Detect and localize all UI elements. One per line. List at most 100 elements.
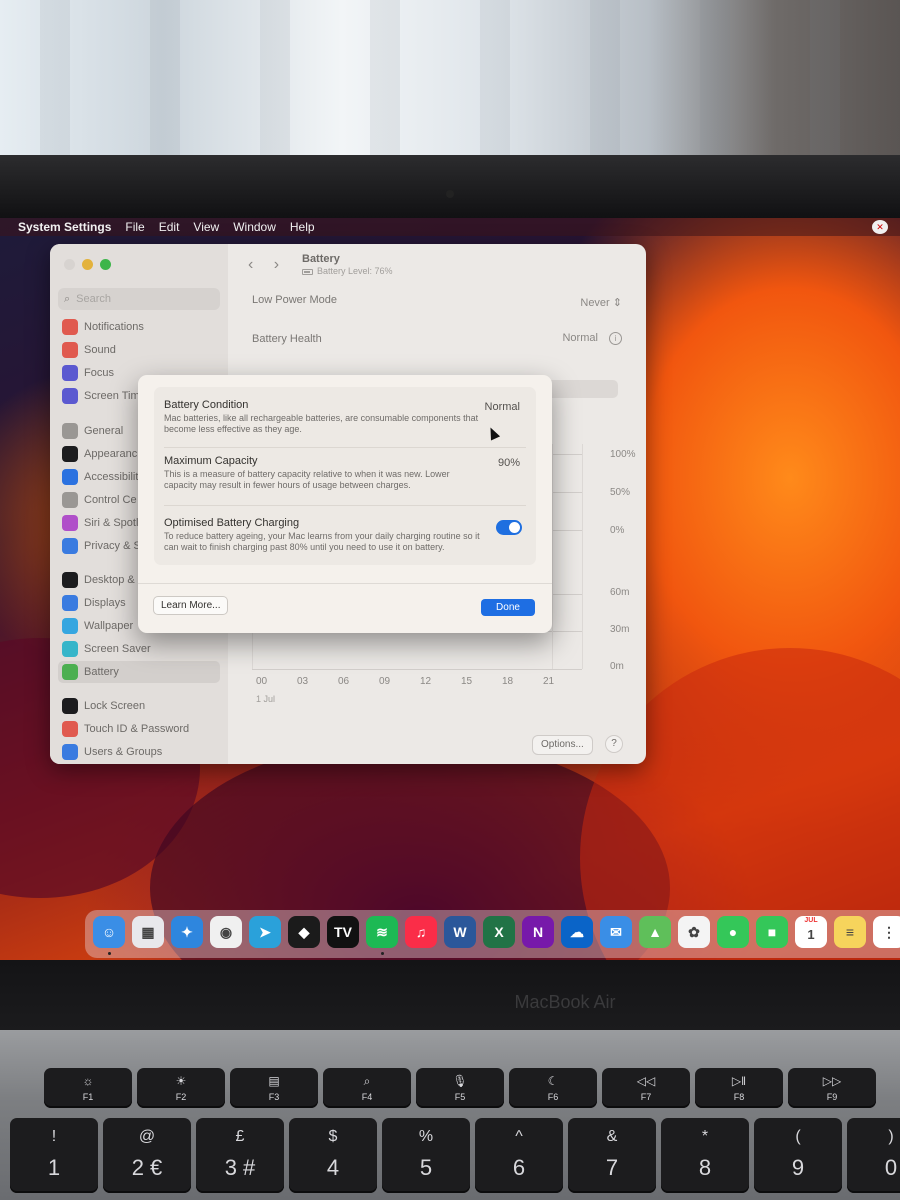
x-axis-label: 15 <box>461 676 473 687</box>
optimised-charging-toggle[interactable] <box>496 520 522 535</box>
key-icon: ◁◁ <box>636 1074 656 1088</box>
word-icon[interactable]: W <box>444 916 476 948</box>
menu-bar: System Settings File Edit View Window He… <box>0 218 900 236</box>
sidebar-item-lock-screen[interactable]: Lock Screen <box>58 695 220 717</box>
key-label: F1 <box>82 1092 94 1102</box>
x-axis-label: 18 <box>502 676 514 687</box>
forward-arrow-icon[interactable]: › <box>274 256 279 273</box>
optimised-charging-row: Optimised Battery Charging To reduce bat… <box>164 517 526 553</box>
x-axis-label: 09 <box>379 676 391 687</box>
key-number: @2 € <box>103 1118 191 1193</box>
running-indicator <box>381 952 384 955</box>
y-axis-label-100: 100% <box>610 449 636 460</box>
key-f7: ◁◁ F7 <box>602 1068 690 1108</box>
siri-icon <box>62 515 78 531</box>
y-axis-label-30m: 30m <box>610 624 630 635</box>
key-label: F2 <box>175 1092 187 1102</box>
sidebar-item-battery[interactable]: Battery <box>58 661 220 683</box>
tradingview-icon[interactable]: TV <box>327 916 359 948</box>
maps-icon[interactable]: ▲ <box>639 916 671 948</box>
key-main-symbol: 3 # <box>224 1155 256 1180</box>
key-main-symbol: 2 € <box>131 1155 163 1180</box>
optimised-charging-title: Optimised Battery Charging <box>164 517 300 529</box>
reminders-icon[interactable]: ⋮ <box>873 916 900 948</box>
hourglass-icon <box>62 388 78 404</box>
key-main-symbol: 9 <box>791 1155 805 1180</box>
low-power-select[interactable]: Never ⇕ <box>580 296 622 309</box>
done-button[interactable]: Done <box>481 599 535 616</box>
y-axis-label-50: 50% <box>610 487 631 498</box>
options-button[interactable]: Options... <box>533 736 592 754</box>
key-number: £3 # <box>196 1118 284 1193</box>
menu-file[interactable]: File <box>125 220 144 234</box>
safari-icon[interactable]: ✦ <box>171 916 203 948</box>
help-button[interactable]: ? <box>606 736 622 752</box>
maximize-button[interactable] <box>100 259 111 270</box>
key-icon: ☼ <box>82 1074 94 1088</box>
menu-view[interactable]: View <box>193 220 219 234</box>
maximum-capacity-description: This is a measure of battery capacity re… <box>164 469 450 490</box>
mail-icon[interactable]: ✉ <box>600 916 632 948</box>
gear-icon <box>62 423 78 439</box>
music-icon[interactable]: ♫ <box>405 916 437 948</box>
onedrive-icon[interactable]: ☁ <box>561 916 593 948</box>
key-icon: ☾ <box>547 1074 559 1088</box>
menu-app-name[interactable]: System Settings <box>18 220 111 234</box>
photos-icon[interactable]: ✿ <box>678 916 710 948</box>
x-axis-label: 03 <box>297 676 309 687</box>
battery-level-icon <box>302 268 313 275</box>
status-menu-icon[interactable]: ✕ <box>872 220 888 234</box>
key-number: ) 0 <box>847 1118 900 1193</box>
messages-icon[interactable]: ● <box>717 916 749 948</box>
launchpad-icon[interactable]: ▦ <box>132 916 164 948</box>
calendar-icon[interactable]: 1 JUL <box>795 916 827 948</box>
search-icon: ⌕ <box>64 292 71 305</box>
binance-icon[interactable]: ◆ <box>288 916 320 948</box>
menu-edit[interactable]: Edit <box>159 220 180 234</box>
maximum-capacity-value: 90% <box>497 457 520 469</box>
info-icon[interactable]: i <box>609 332 622 345</box>
chrome-icon[interactable]: ◉ <box>210 916 242 948</box>
facetime-icon[interactable]: ■ <box>756 916 788 948</box>
sidebar-item-label: Battery <box>84 666 119 678</box>
menu-window[interactable]: Window <box>233 220 276 234</box>
sidebar-item-label: Control Ce <box>84 494 137 506</box>
battery-health-value-group: Normal i <box>562 332 622 345</box>
learn-more-button[interactable]: Learn More... <box>154 597 228 614</box>
camera-icon <box>446 190 454 198</box>
finder-icon[interactable]: ☺ <box>93 916 125 948</box>
sidebar-item-users-groups[interactable]: Users & Groups <box>58 741 220 763</box>
screen-bezel-top <box>0 155 900 220</box>
background-curtain <box>0 0 900 160</box>
back-arrow-icon[interactable]: ‹ <box>248 256 253 273</box>
wallpaper-icon <box>62 618 78 634</box>
telegram-icon[interactable]: ➤ <box>249 916 281 948</box>
sidebar-item-notifications[interactable]: Notifications <box>58 316 220 338</box>
minimize-button[interactable] <box>82 259 93 270</box>
key-f1: ☼ F1 <box>44 1068 132 1108</box>
onenote-icon[interactable]: N <box>522 916 554 948</box>
search-input[interactable]: ⌕ Search <box>58 288 220 310</box>
spotify-icon[interactable]: ≋ <box>366 916 398 948</box>
menu-help[interactable]: Help <box>290 220 315 234</box>
excel-icon[interactable]: X <box>483 916 515 948</box>
dock: ☺ ▦ ✦ ◉ ➤ ◆ TV ≋ ♫ W X N ☁ ✉ ▲ ✿ ● ■ 1 JUL ≡ ⋮ <box>85 910 900 958</box>
running-indicator <box>108 952 111 955</box>
key-number: % 5 <box>382 1118 470 1193</box>
sidebar-item-sound[interactable]: Sound <box>58 339 220 361</box>
key-icon: ⌕ <box>363 1074 371 1088</box>
users-icon <box>62 744 78 760</box>
key-f5: 🎙 F5 <box>416 1068 504 1108</box>
x-axis-label: 21 <box>543 676 555 687</box>
notes-icon[interactable]: ≡ <box>834 916 866 948</box>
search-placeholder: Search <box>76 293 112 305</box>
key-icon: 🎙 <box>452 1074 468 1088</box>
key-number: (9 <box>754 1118 842 1193</box>
key-shift-symbol: * <box>701 1128 709 1145</box>
sidebar-item-label: Accessibilit <box>84 471 139 483</box>
sidebar-item-screen-saver[interactable]: Screen Saver <box>58 638 220 660</box>
key-main-symbol: 8 <box>698 1155 712 1180</box>
sidebar-item-touch-id-password[interactable]: Touch ID & Password <box>58 718 220 740</box>
close-button[interactable] <box>64 259 75 270</box>
pane-subtitle: Battery Level: 76% <box>302 266 393 276</box>
